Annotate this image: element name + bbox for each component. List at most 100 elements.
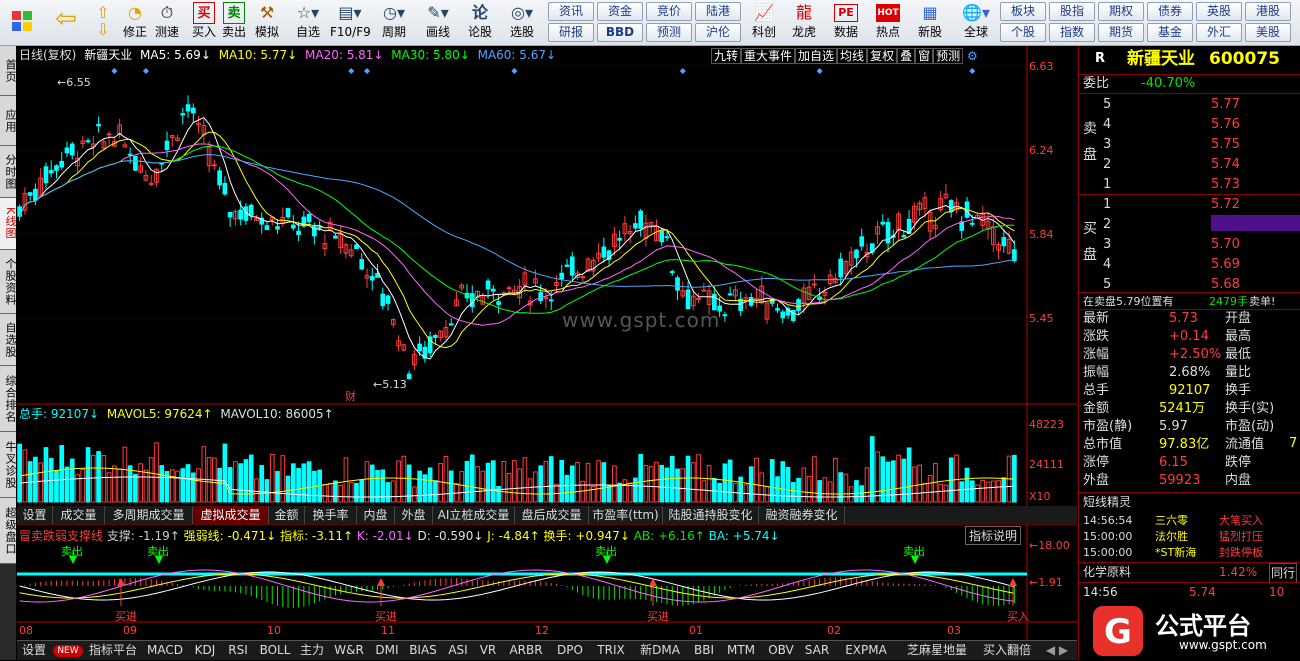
tab-outer[interactable]: 外盘	[395, 506, 433, 524]
bottom-tab[interactable]: EXPMA	[835, 641, 897, 660]
scroll-arrows-icon[interactable]: ◀ ▶	[1039, 641, 1075, 660]
settings-icon[interactable]: ⚙	[967, 49, 978, 63]
tab-super-board[interactable]: 超级盘口	[0, 498, 17, 564]
tab-volume[interactable]: 成交量	[53, 506, 105, 524]
sell-button[interactable]: 卖卖出	[220, 2, 248, 44]
ma-button[interactable]: 均线	[837, 48, 868, 64]
sprite-title[interactable]: 短线精灵	[1083, 493, 1131, 511]
options-button[interactable]: 期权	[1098, 2, 1144, 21]
tab-margin[interactable]: 融资融券变化	[759, 506, 845, 524]
bottom-tab[interactable]: SAR	[801, 641, 833, 660]
bottom-tab[interactable]: 指标平台	[85, 641, 141, 660]
bottom-tab[interactable]: BOLL	[255, 641, 295, 660]
tab-pe-ttm[interactable]: 市盈率(ttm)	[589, 506, 663, 524]
bottom-tab[interactable]: MTM	[721, 641, 761, 660]
simulate-button[interactable]: ⚒ 模拟	[252, 2, 282, 44]
bbd-button[interactable]: BBD	[597, 23, 643, 42]
bottom-tab[interactable]: BBI	[689, 641, 719, 660]
bottom-tab[interactable]: TRIX	[591, 641, 631, 660]
tab-apps[interactable]: 应用	[0, 96, 17, 146]
tab-stock-info[interactable]: 个股资料	[0, 250, 17, 314]
overlay-button[interactable]: 叠	[897, 48, 916, 64]
bottom-tab[interactable]: ARBR	[503, 641, 549, 660]
tab-amount[interactable]: 金额	[269, 506, 305, 524]
dragon-tiger-button[interactable]: 龍龙虎	[786, 2, 822, 44]
stock-index-button[interactable]: 股指	[1049, 2, 1095, 21]
tab-diagnosis[interactable]: 牛叉诊股	[0, 432, 17, 498]
us-stocks-button[interactable]: 美股	[1245, 23, 1291, 42]
new-stock-button[interactable]: ▦ 新股	[912, 2, 948, 44]
buy-button[interactable]: 买买入	[190, 2, 218, 44]
bottom-tab[interactable]: 设置	[17, 641, 51, 660]
add-watch-button[interactable]: 加自选	[795, 48, 838, 64]
financial-report-mark[interactable]: 财	[345, 388, 356, 404]
tab-ranking[interactable]: 综合排名	[0, 366, 17, 432]
indicator-explain-button[interactable]: 指标说明	[965, 526, 1022, 545]
f10-button[interactable]: ▤▾ F10/F9	[330, 2, 371, 44]
funds-button[interactable]: 资金	[597, 2, 643, 21]
star-market-button[interactable]: 📈 科创	[746, 2, 782, 44]
windows-logo-icon[interactable]	[4, 2, 40, 44]
index-button[interactable]: 指数	[1049, 23, 1095, 42]
tab-ai-volume[interactable]: AI立桩成交量	[433, 506, 515, 524]
sector-name[interactable]: 化学原料	[1083, 563, 1131, 581]
peer-button[interactable]: 同行	[1269, 563, 1298, 583]
back-arrow-icon[interactable]: ⇦	[48, 2, 84, 44]
bottom-tab[interactable]: RSI	[223, 641, 253, 660]
bottom-tab[interactable]: MACD	[143, 641, 187, 660]
bottom-tab[interactable]: KDJ	[189, 641, 221, 660]
bottom-tab[interactable]: DPO	[551, 641, 589, 660]
global-button[interactable]: 🌐▾ 全球	[956, 2, 996, 44]
hot-button[interactable]: HOT 热点	[870, 2, 906, 44]
bottom-tab[interactable]: W&R	[329, 641, 369, 660]
period-button[interactable]: ◷▾ 周期	[374, 2, 414, 44]
bottom-tab[interactable]: 买入翻倍	[977, 641, 1037, 660]
speed-test-button[interactable]: ⏱ 测速	[152, 2, 182, 44]
stock-select-button[interactable]: ◎▾ 选股	[502, 2, 542, 44]
auction-button[interactable]: 竞价	[646, 2, 692, 21]
forecast-button[interactable]: 预测	[646, 23, 692, 42]
bottom-tab[interactable]: BIAS	[405, 641, 441, 660]
sector-button[interactable]: 板块	[1000, 2, 1046, 21]
bottom-tab[interactable]: VR	[475, 641, 501, 660]
tab-watchlist[interactable]: 自选股	[0, 314, 17, 366]
up-down-arrows-icon[interactable]: ⇧ ⇩	[90, 2, 116, 44]
tab-multi-volume[interactable]: 多周期成交量	[105, 506, 193, 524]
tab-home[interactable]: 首页	[0, 46, 17, 96]
bottom-tab[interactable]: 主力	[297, 641, 327, 660]
tab-after-hours[interactable]: 盘后成交量	[515, 506, 589, 524]
bottom-tab[interactable]: OBV	[763, 641, 799, 660]
tab-inner[interactable]: 内盘	[357, 506, 395, 524]
major-events-button[interactable]: 重大事件	[741, 48, 796, 64]
tab-northbound[interactable]: 陆股通持股变化	[663, 506, 759, 524]
research-button[interactable]: 研报	[548, 23, 594, 42]
hk-connect-button[interactable]: 陆港	[695, 2, 741, 21]
bottom-tab[interactable]: DMI	[371, 641, 403, 660]
draw-line-button[interactable]: ✎▾ 画线	[418, 2, 458, 44]
watchlist-button[interactable]: ☆▾ 自选	[290, 2, 326, 44]
tab-settings[interactable]: 设置	[17, 506, 53, 524]
bottom-tab[interactable]: 新DMA	[633, 641, 687, 660]
window-button[interactable]: 窗	[915, 48, 934, 64]
bonds-button[interactable]: 债券	[1147, 2, 1193, 21]
tab-kline[interactable]: K线图	[0, 198, 17, 250]
bottom-tab[interactable]: ASI	[443, 641, 473, 660]
nine-turn-button[interactable]: 九转	[711, 48, 742, 64]
hk-stocks-button[interactable]: 港股	[1245, 2, 1291, 21]
tab-virtual-volume[interactable]: 虚拟成交量	[193, 506, 269, 524]
forex-button[interactable]: 外汇	[1196, 23, 1242, 42]
discuss-button[interactable]: 论论股	[462, 2, 498, 44]
single-stock-button[interactable]: 个股	[1000, 23, 1046, 42]
data-button[interactable]: PE 数据	[828, 2, 864, 44]
fund-button[interactable]: 基金	[1147, 23, 1193, 42]
adjust-button[interactable]: 复权	[867, 48, 898, 64]
uk-stocks-button[interactable]: 英股	[1196, 2, 1242, 21]
tab-intraday[interactable]: 分时图	[0, 146, 17, 198]
bottom-tab[interactable]: 芝麻星地量	[899, 641, 975, 660]
revise-button[interactable]: ◔ 修正	[120, 2, 150, 44]
news-button[interactable]: 资讯	[548, 2, 594, 21]
shanghai-london-button[interactable]: 沪伦	[695, 23, 741, 42]
predict-button[interactable]: 预测	[933, 48, 964, 64]
futures-button[interactable]: 期货	[1098, 23, 1144, 42]
tab-turnover[interactable]: 换手率	[305, 506, 357, 524]
